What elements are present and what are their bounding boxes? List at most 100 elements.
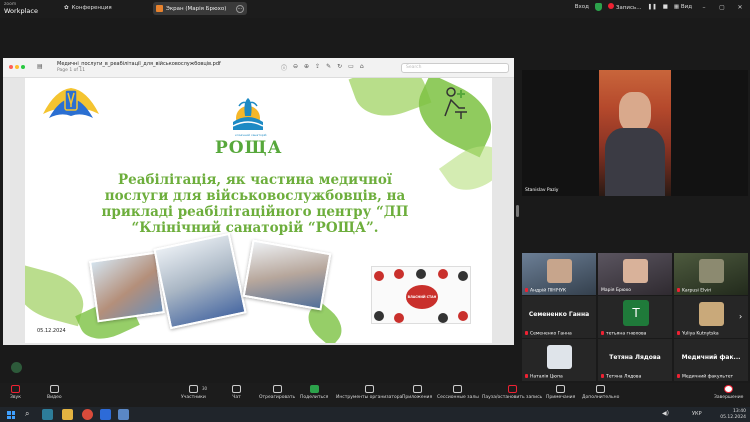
- record-dot-icon: [607, 3, 614, 9]
- view-button[interactable]: ▦ Вид: [674, 4, 692, 10]
- speaker-body: [605, 128, 665, 196]
- chrome-icon[interactable]: [82, 409, 93, 420]
- zoom-taskbar-icon[interactable]: [100, 409, 111, 420]
- windows-taskbar: ⌕ ◀) УКР 13:40 05.12.2024: [0, 407, 750, 422]
- end-label: Завершение: [714, 395, 744, 400]
- participant-name: тетьяна гнюхова: [601, 330, 646, 336]
- participant-tile[interactable]: Тетяна Лядова Тетяна Лядова: [598, 339, 672, 381]
- search-icon[interactable]: ⌕: [25, 409, 29, 419]
- active-speaker-tile[interactable]: Stanislav Paziy: [522, 70, 748, 196]
- recording-label: Запись...: [615, 5, 642, 11]
- volume-icon[interactable]: ◀): [662, 410, 669, 417]
- rehab-photo: [89, 251, 165, 323]
- share-icon[interactable]: ⇪: [315, 63, 320, 72]
- mic-muted-icon: [601, 330, 604, 335]
- exit-link[interactable]: Вход: [575, 4, 589, 10]
- panel-resize-handle[interactable]: [516, 205, 519, 217]
- mic-muted-icon: [525, 330, 528, 335]
- close-light-icon[interactable]: [9, 65, 13, 69]
- apps-button[interactable]: Приложения: [402, 385, 432, 400]
- pdf-search-input[interactable]: Search: [401, 63, 509, 73]
- zoom-in-icon[interactable]: ⊕: [304, 63, 309, 72]
- markup-icon[interactable]: ✎: [326, 63, 331, 72]
- mic-muted-icon: [601, 373, 604, 378]
- share-options-icon[interactable]: ⋯: [236, 4, 244, 13]
- pause-icon[interactable]: ❚❚: [647, 4, 656, 10]
- language-indicator[interactable]: УКР: [692, 411, 702, 417]
- minimize-light-icon[interactable]: [15, 65, 19, 69]
- zoom-window: zoom Workplace ✿ Конференция Экран (Марі…: [0, 0, 750, 422]
- participant-tile[interactable]: Андрій ПІНІЧУК: [522, 253, 596, 295]
- participant-name: Марія Брюхо: [601, 288, 632, 293]
- annotate-icon[interactable]: ⌂: [360, 63, 364, 72]
- reactions-button[interactable]: Отреагировать: [259, 385, 295, 400]
- record-label: Пауза/остановить запись: [482, 395, 543, 400]
- top-right-controls: Вход Запись... ❚❚ ■ ▦ Вид – ▢ ✕: [575, 3, 746, 11]
- screen-share-pill[interactable]: Экран (Марія Брюхо) ⋯: [153, 2, 247, 15]
- camera-icon: [49, 385, 59, 393]
- title-bar: zoom Workplace ✿ Конференция Экран (Марі…: [0, 0, 750, 18]
- zoom-light-icon[interactable]: [21, 65, 25, 69]
- record-button[interactable]: Пауза/остановить запись: [482, 385, 542, 400]
- breakout-button[interactable]: Сессионные залы: [437, 385, 479, 400]
- participant-tile[interactable]: Yuliya Kutnytska: [674, 296, 748, 338]
- share-button[interactable]: Поделиться: [300, 385, 328, 400]
- speaker-name: Stanislav Paziy: [525, 188, 559, 193]
- breakout-label: Сессионные залы: [437, 395, 479, 400]
- view-label: Вид: [680, 4, 692, 10]
- ukraine-coat-of-arms-icon: [43, 88, 99, 118]
- clock-date: 05.12.2024: [720, 414, 746, 420]
- participant-tile[interactable]: Семененко Ганна Семененко Ганна: [522, 296, 596, 338]
- captions-icon[interactable]: [11, 362, 22, 373]
- edge-icon[interactable]: [42, 409, 53, 420]
- participants-count: 30: [202, 386, 208, 391]
- participant-photo: [547, 345, 572, 369]
- chat-button[interactable]: Чат: [232, 385, 241, 400]
- share-source-icon: [156, 5, 163, 12]
- audio-button[interactable]: Звук: [10, 385, 21, 400]
- gallery-next-icon[interactable]: ›: [739, 312, 742, 321]
- shared-screen: ▤ Медичні_послуги_в_реабілітації_для_вій…: [3, 58, 514, 345]
- windows-start-icon[interactable]: [7, 411, 15, 419]
- participant-name: Yuliya Kutnytska: [677, 330, 719, 336]
- participant-label: Тетяна Лядова: [609, 354, 661, 361]
- slide-title: Реабілітація, як частина медичної послуг…: [101, 172, 409, 236]
- zoom-brand: zoom Workplace: [4, 1, 38, 15]
- form-icon[interactable]: ▭: [348, 63, 354, 72]
- participant-tile[interactable]: Медичний фак... Медичний факультет: [674, 339, 748, 381]
- participants-gallery: Андрій ПІНІЧУК Марія Брюхо Karpusi Elvir…: [521, 252, 749, 382]
- close-icon[interactable]: ✕: [734, 4, 746, 11]
- file-explorer-icon[interactable]: [62, 409, 73, 420]
- rotate-icon[interactable]: ↻: [337, 63, 342, 72]
- pdf-tools: ⓘ ⊖ ⊕ ⇪ ✎ ↻ ▭ ⌂: [281, 63, 364, 72]
- participant-label: Семененко Ганна: [528, 311, 590, 318]
- participant-tile[interactable]: Karpusi Elviri: [674, 253, 748, 295]
- minimize-icon[interactable]: –: [698, 4, 710, 11]
- notes-label: Примечания: [546, 395, 576, 400]
- video-button[interactable]: Видео: [47, 385, 62, 400]
- host-tools-button[interactable]: Инструменты организатора: [336, 385, 402, 400]
- mic-off-icon: [10, 385, 20, 393]
- meeting-tab-label: Конференция: [71, 5, 112, 11]
- maximize-icon[interactable]: ▢: [716, 4, 728, 11]
- logo-subtitle: клінічний санаторій: [235, 133, 267, 137]
- participant-tile[interactable]: Наталія Цюпа: [522, 339, 596, 381]
- recording-indicator[interactable]: Запись...: [607, 3, 642, 11]
- more-button[interactable]: Дополнительно: [582, 385, 619, 400]
- sidebar-toggle-icon[interactable]: ▤: [37, 63, 43, 70]
- participant-name: Тетяна Лядова: [601, 373, 641, 379]
- end-button[interactable]: Завершение: [714, 385, 743, 400]
- heart-icon: [272, 385, 282, 393]
- participant-video: [547, 259, 572, 283]
- app-taskbar-icon[interactable]: [118, 409, 129, 420]
- meeting-tab[interactable]: ✿ Конференция: [64, 5, 112, 11]
- security-shield-icon[interactable]: [594, 3, 602, 11]
- stop-icon[interactable]: ■: [663, 4, 668, 10]
- clock[interactable]: 13:40 05.12.2024: [720, 409, 746, 420]
- zoom-out-icon[interactable]: ⊖: [293, 63, 298, 72]
- participant-tile[interactable]: T тетьяна гнюхова: [598, 296, 672, 338]
- participant-tile[interactable]: Марія Брюхо: [598, 253, 672, 295]
- info-icon[interactable]: ⓘ: [281, 63, 287, 72]
- notes-button[interactable]: Примечания: [546, 385, 575, 400]
- chat-label: Чат: [232, 395, 241, 400]
